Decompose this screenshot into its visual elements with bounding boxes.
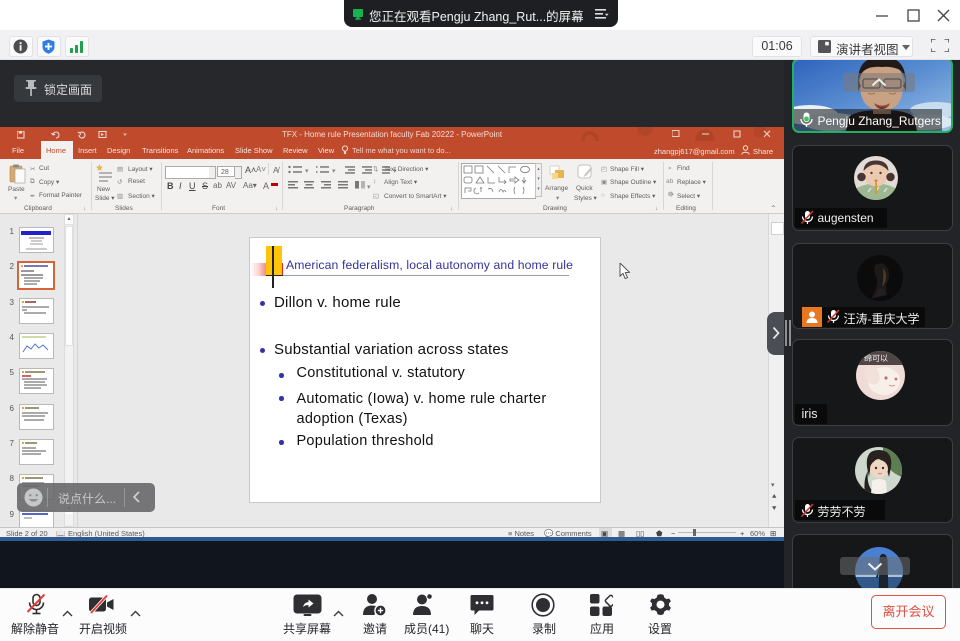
svg-text:▾: ▾ (332, 168, 336, 175)
svg-text:绵可以: 绵可以 (864, 353, 888, 363)
svg-text:▾: ▾ (305, 168, 309, 175)
svg-text:▾: ▾ (367, 184, 371, 191)
